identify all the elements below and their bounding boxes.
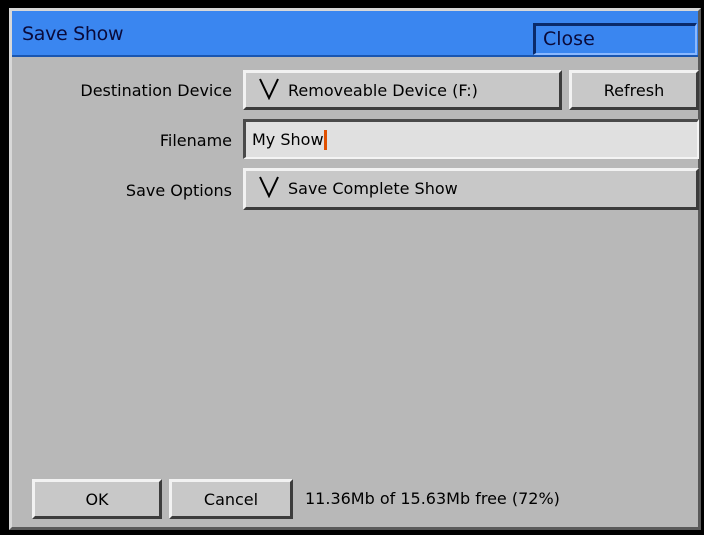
- save-options-dropdown[interactable]: Save Complete Show: [243, 168, 699, 210]
- refresh-button[interactable]: Refresh: [569, 70, 699, 110]
- save-options-label: Save Options: [125, 181, 232, 200]
- chevron-down-icon: [259, 78, 279, 100]
- refresh-button-label: Refresh: [603, 81, 665, 100]
- ok-button-label: OK: [85, 490, 109, 509]
- ok-button[interactable]: OK: [32, 479, 162, 519]
- destination-device-dropdown[interactable]: Removeable Device (F:): [243, 70, 562, 110]
- cancel-button[interactable]: Cancel: [169, 479, 293, 519]
- filename-label: Filename: [159, 131, 232, 150]
- save-show-dialog: Save Show Close Destination Device Remov…: [9, 8, 701, 530]
- destination-device-label: Destination Device: [80, 81, 232, 100]
- filename-value: My Show: [252, 130, 324, 149]
- filename-input[interactable]: My Show: [243, 119, 699, 159]
- free-space-status: 11.36Mb of 15.63Mb free (72%): [305, 489, 560, 508]
- text-caret: [323, 130, 327, 150]
- title-bar: Save Show Close: [12, 11, 698, 57]
- window-title: Save Show: [22, 23, 124, 45]
- destination-device-value: Removeable Device (F:): [288, 81, 478, 100]
- chevron-down-icon: [259, 176, 279, 198]
- save-options-value: Save Complete Show: [288, 179, 458, 198]
- close-button[interactable]: Close: [533, 23, 697, 55]
- cancel-button-label: Cancel: [203, 490, 259, 509]
